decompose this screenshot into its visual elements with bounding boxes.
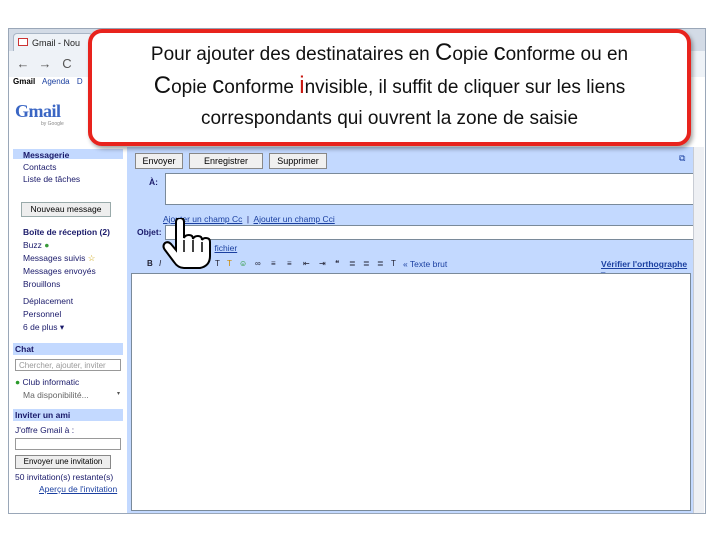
invitations-remaining: 50 invitation(s) restante(s) (15, 472, 114, 482)
nav-contacts[interactable]: Contacts (23, 162, 57, 172)
nav-buzz-label: Buzz (23, 240, 42, 250)
numbered-list-icon[interactable]: ≡ (271, 259, 276, 268)
nav-buzz[interactable]: Buzz ● (23, 240, 49, 250)
nav-starred-label: Messages suivis (23, 253, 86, 263)
callout-text: onforme ou en (505, 44, 629, 65)
nav-sent[interactable]: Messages envoyés (23, 266, 96, 276)
reload-icon[interactable]: C (59, 56, 75, 72)
nav-mail[interactable]: Messagerie (23, 150, 69, 160)
gbar-docs-link[interactable]: D (77, 77, 83, 86)
cc-separator: | (246, 214, 250, 224)
bullet-list-icon[interactable]: ≡ (287, 259, 292, 268)
instruction-callout: Pour ajouter des destinataires en Copie … (88, 29, 691, 146)
callout-emphasis-letter: C (153, 72, 172, 99)
invite-title: Inviter un ami (15, 410, 71, 420)
callout-text: opie (452, 44, 494, 65)
callout-line-2: Copie conforme invisible, il suffit de c… (92, 70, 687, 103)
italic-icon[interactable]: I (159, 259, 161, 268)
link-icon[interactable]: ∞ (255, 259, 261, 268)
indent-less-icon[interactable]: ⇤ (303, 259, 310, 268)
add-bcc-link[interactable]: Ajouter un champ Cci (254, 214, 335, 224)
nav-more[interactable]: 6 de plus ▾ (23, 322, 64, 333)
hand-cursor-icon (162, 218, 211, 269)
subject-label: Objet: (137, 227, 162, 237)
send-invitation-button[interactable]: Envoyer une invitation (15, 455, 111, 469)
browser-tab[interactable]: Gmail - Nou (13, 33, 93, 51)
tab-title: Gmail - Nou (32, 38, 81, 48)
bold-icon[interactable]: B (147, 259, 153, 268)
invite-header: Inviter un ami (13, 409, 123, 421)
align-left-icon[interactable]: ≣ (349, 259, 356, 268)
popout-icon[interactable]: ⧉ (679, 153, 685, 164)
invite-email-input[interactable] (15, 438, 121, 450)
chat-title: Chat (15, 344, 34, 354)
gbar-gmail-link[interactable]: Gmail (13, 77, 35, 86)
nav-drafts[interactable]: Brouillons (23, 279, 60, 289)
emoticon-icon[interactable]: ☺ (239, 259, 247, 268)
gbar-agenda-link[interactable]: Agenda (42, 77, 70, 86)
compose-button[interactable]: Nouveau message (21, 202, 111, 217)
to-label: À: (149, 177, 158, 187)
callout-text: onforme (224, 77, 300, 98)
invite-label: J'offre Gmail à : (15, 425, 75, 435)
nav-starred[interactable]: Messages suivis ☆ (23, 253, 95, 264)
to-field[interactable] (165, 173, 699, 205)
chat-availability[interactable]: Ma disponibilité... (23, 390, 89, 400)
format-toolbar: B I T T ☺ ∞ ≡ ≡ ⇤ ⇥ ❝ ≣ ≣ ≣ T « Texte br… (131, 257, 689, 279)
star-icon: ☆ (87, 253, 96, 263)
left-nav: Messagerie Contacts Liste de tâches Nouv… (13, 147, 125, 513)
buzz-icon: ● (44, 240, 50, 250)
callout-emphasis-letter: c (212, 72, 225, 99)
chat-search-input[interactable]: Chercher, ajouter, inviter (15, 359, 121, 371)
compose-panel: Envoyer Enregistrer Supprimer ⧉ À: Ajout… (127, 147, 699, 513)
nav-tasks[interactable]: Liste de tâches (23, 174, 80, 184)
gmail-favicon-icon (18, 38, 28, 46)
align-center-icon[interactable]: ≣ (363, 259, 370, 268)
back-icon[interactable]: ← (15, 56, 31, 72)
callout-text: opie (171, 77, 213, 98)
chat-contact-name: Club informatic (22, 377, 80, 387)
availability-dropdown-icon[interactable]: ▾ (117, 390, 120, 397)
save-button[interactable]: Enregistrer (189, 153, 263, 169)
nav-inbox[interactable]: Boîte de réception (2) (23, 227, 110, 237)
plain-text-link[interactable]: « Texte brut (403, 259, 447, 269)
message-body[interactable] (131, 273, 691, 511)
online-status-icon: ● (15, 377, 21, 387)
page-scrollbar[interactable] (693, 147, 704, 513)
chat-header: Chat (13, 343, 123, 355)
callout-text: Pour ajouter des destinataires en (150, 44, 436, 65)
forward-icon[interactable]: → (37, 56, 53, 72)
callout-text: nvisible, il suffit de cliquer sur les l… (304, 77, 626, 98)
invitation-preview-link[interactable]: Aperçu de l'invitation (39, 484, 117, 494)
logo-subtitle: by Google (41, 121, 64, 127)
chat-contact[interactable]: ● Club informatic (15, 377, 79, 387)
gmail-logo[interactable]: Gmail (15, 101, 61, 122)
delete-button[interactable]: Supprimer (269, 153, 327, 169)
font-size-icon[interactable]: T (215, 259, 220, 268)
clear-format-icon[interactable]: T (391, 259, 396, 268)
callout-line-1: Pour ajouter des destinataires en Copie … (92, 37, 687, 70)
align-right-icon[interactable]: ≣ (377, 259, 384, 268)
send-button[interactable]: Envoyer (135, 153, 183, 169)
nav-label-travel[interactable]: Déplacement (23, 296, 73, 306)
quote-icon[interactable]: ❝ (335, 259, 339, 268)
callout-emphasis-letter: C (435, 39, 453, 66)
callout-line-3: correspondants qui ouvrent la zone de sa… (200, 108, 579, 129)
callout-emphasis-letter: c (493, 39, 506, 66)
nav-label-personal[interactable]: Personnel (23, 309, 61, 319)
subject-field[interactable] (165, 225, 699, 240)
text-color-icon[interactable]: T (227, 259, 232, 268)
logo-text: Gmail (15, 101, 61, 121)
indent-more-icon[interactable]: ⇥ (319, 259, 326, 268)
attach-file-link[interactable]: fichier (215, 243, 238, 253)
